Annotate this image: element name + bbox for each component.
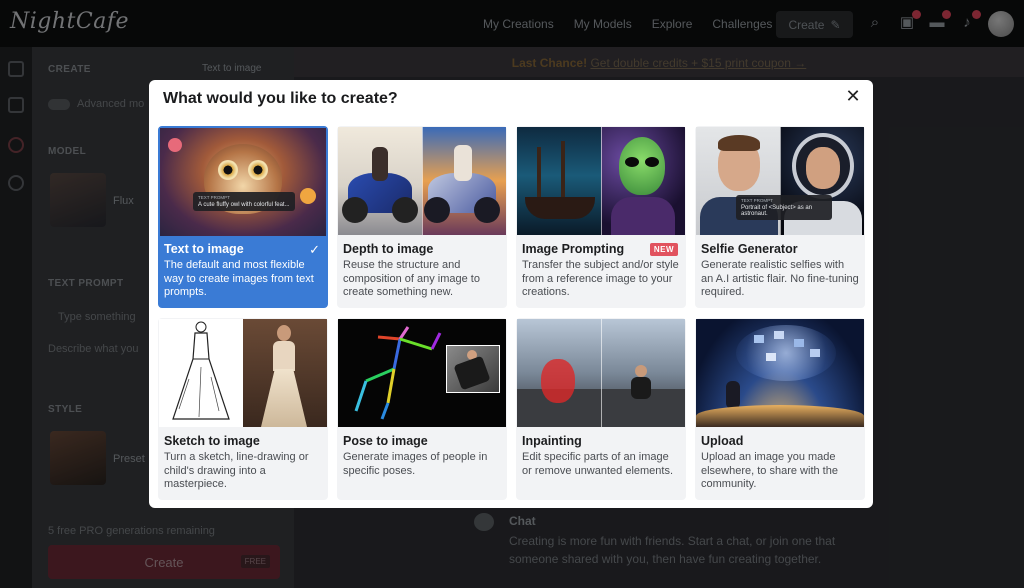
split-divider: [422, 127, 423, 235]
hull-shape: [525, 197, 595, 219]
prompt-overlay-header: TEXT PROMPT: [198, 195, 230, 200]
body-shape: [453, 355, 491, 391]
inpainting-image: [517, 319, 685, 427]
card-description: The default and most flexible way to cre…: [164, 259, 314, 298]
room-result: [601, 319, 685, 427]
wheel-shape: [392, 197, 418, 223]
pose-image: [338, 319, 506, 427]
split-divider: [601, 127, 602, 235]
pose-reference-photo: [446, 345, 500, 393]
bodice-shape: [273, 341, 295, 371]
tile-shape: [774, 331, 784, 339]
card-title: Selfie Generator: [701, 242, 798, 256]
card-title: Depth to image: [343, 242, 434, 256]
image-prompting-image: [517, 127, 685, 235]
motorcycle-photo: [338, 127, 422, 235]
owl-eye-right: [248, 160, 268, 180]
dress-photo: [243, 319, 327, 427]
rider-shape: [372, 147, 388, 181]
card-caption: Pose to image Generate images of people …: [343, 434, 501, 478]
card-inpainting[interactable]: Inpainting Edit specific parts of an ima…: [516, 318, 686, 500]
card-caption: Selfie Generator Generate realistic self…: [701, 242, 859, 300]
card-title: Upload: [701, 434, 744, 448]
dress-sketch-lines: [172, 321, 230, 420]
rider-shape: [454, 145, 472, 181]
head-shape: [277, 325, 291, 341]
card-image-prompting[interactable]: Image Prompting Transfer the subject and…: [516, 126, 686, 308]
sketch-image: [159, 319, 327, 427]
flower-decoration: [300, 188, 316, 204]
card-description: Generate images of people in specific po…: [343, 451, 488, 477]
card-upload[interactable]: Upload Upload an image you made elsewher…: [695, 318, 865, 500]
checkmark-icon: ✓: [309, 242, 320, 257]
card-title: Sketch to image: [164, 434, 260, 448]
card-caption: Sketch to image Turn a sketch, line-draw…: [164, 434, 322, 492]
image-cloud: [736, 325, 836, 381]
alien-eye: [625, 157, 639, 167]
room-masked: [517, 319, 601, 427]
horizon-shape: [696, 405, 864, 427]
card-title: Pose to image: [343, 434, 428, 448]
alien-artwork: [601, 127, 685, 235]
modal-title: What would you like to create?: [163, 90, 398, 107]
person-shape: [631, 377, 651, 399]
alien-body: [611, 197, 675, 235]
tile-shape: [794, 339, 804, 347]
selfie-image: TEXT PROMPT Portrait of <Subject> as an …: [696, 127, 864, 235]
card-description: Generate realistic selfies with an A.I a…: [701, 259, 859, 298]
card-title: Inpainting: [522, 434, 582, 448]
prompt-overlay-header: TEXT PROMPT: [741, 198, 773, 203]
alien-eye: [645, 157, 659, 167]
head-shape: [635, 365, 647, 377]
card-caption: Text to image The default and most flexi…: [164, 242, 322, 300]
skirt-shape: [261, 369, 307, 427]
depth-image: [338, 127, 506, 235]
card-description: Edit specific parts of an image or remov…: [522, 451, 674, 477]
card-depth-to-image[interactable]: Depth to image Reuse the structure and c…: [337, 126, 507, 308]
tile-shape: [754, 335, 764, 343]
new-badge: NEW: [649, 243, 678, 256]
close-icon[interactable]: ✕: [841, 84, 865, 108]
card-caption: Upload Upload an image you made elsewher…: [701, 434, 859, 492]
owl-eye-left: [218, 160, 238, 180]
text-prompt-overlay: TEXT PROMPT A cute fluffy owl with color…: [193, 192, 295, 211]
upload-image: [696, 319, 864, 427]
face-shape: [806, 147, 840, 189]
person-silhouette: [726, 381, 740, 409]
inpaint-mask: [541, 359, 575, 403]
alien-head: [619, 137, 665, 195]
prompt-overlay-text: A cute fluffy owl with colorful feat...: [198, 202, 290, 208]
card-title: Text to image: [164, 242, 244, 256]
card-pose-to-image[interactable]: Pose to image Generate images of people …: [337, 318, 507, 500]
create-type-modal: What would you like to create? ✕ TEXT PR…: [149, 80, 873, 508]
tile-shape: [766, 353, 776, 361]
card-description: Turn a sketch, line-drawing or child's d…: [164, 451, 309, 490]
card-description: Reuse the structure and composition of a…: [343, 259, 480, 298]
wheel-shape: [424, 197, 450, 223]
wheel-shape: [474, 197, 500, 223]
wheel-shape: [342, 197, 368, 223]
ship-artwork: [517, 127, 601, 235]
card-sketch-to-image[interactable]: Sketch to image Turn a sketch, line-draw…: [158, 318, 328, 500]
hair-shape: [718, 135, 760, 151]
split-divider: [601, 319, 602, 427]
text-prompt-overlay: TEXT PROMPT Portrait of <Subject> as an …: [736, 195, 832, 220]
card-caption: Inpainting Edit specific parts of an ima…: [522, 434, 680, 478]
motorcycle-generated: [422, 127, 506, 235]
card-selfie-generator[interactable]: TEXT PROMPT Portrait of <Subject> as an …: [695, 126, 865, 308]
card-description: Upload an image you made elsewhere, to s…: [701, 451, 838, 490]
tile-shape: [810, 349, 820, 357]
flower-decoration: [168, 138, 182, 152]
owl-image: TEXT PROMPT A cute fluffy owl with color…: [160, 128, 326, 236]
dress-sketch: [159, 319, 243, 427]
prompt-overlay-text: Portrait of <Subject> as an astronaut.: [741, 205, 813, 217]
card-text-to-image[interactable]: TEXT PROMPT A cute fluffy owl with color…: [158, 126, 328, 308]
card-description: Transfer the subject and/or style from a…: [522, 259, 679, 298]
card-caption: Depth to image Reuse the structure and c…: [343, 242, 501, 300]
